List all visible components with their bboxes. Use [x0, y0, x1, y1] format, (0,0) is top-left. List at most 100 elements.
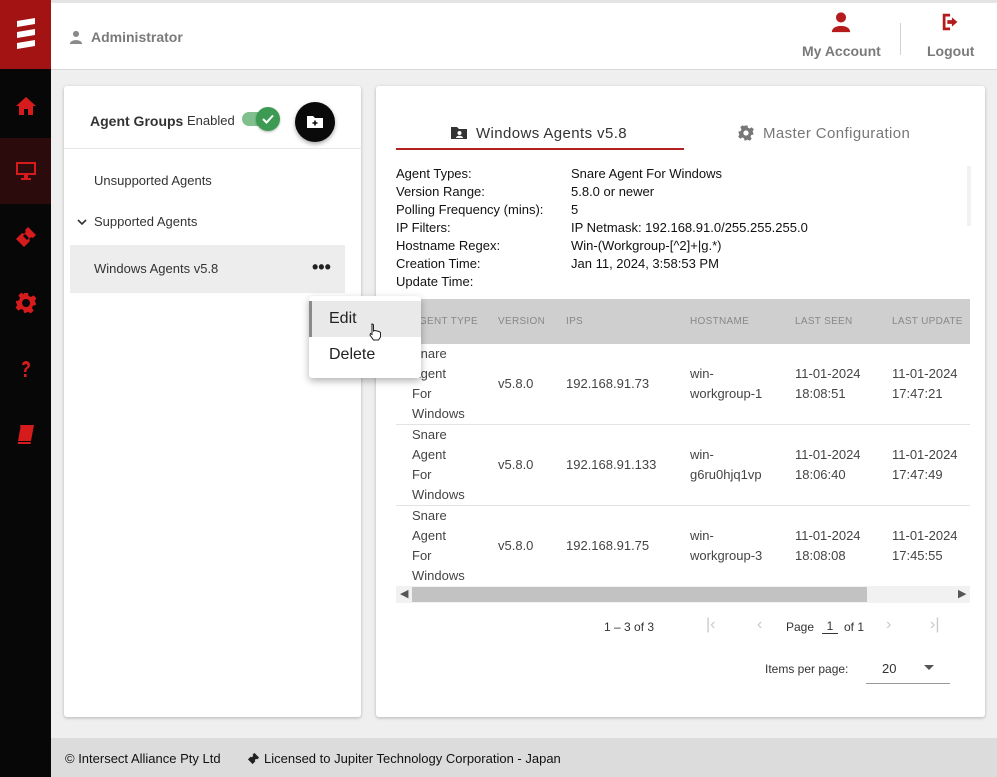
enabled-toggle[interactable] — [242, 107, 280, 131]
menu-item-edit[interactable]: Edit — [309, 301, 421, 341]
cell-line: workgroup-3 — [690, 548, 763, 563]
monitor-icon — [15, 162, 36, 180]
cell-line: win- — [690, 528, 714, 543]
column-header-last-seen[interactable]: LAST SEEN — [795, 316, 853, 327]
cell-ips: 192.168.91.73 — [566, 376, 650, 391]
ticket-icon — [247, 752, 260, 765]
cell-last-update: 11-01-2024 17:47:21 — [892, 364, 958, 404]
cell-last-seen: 11-01-2024 18:08:08 — [795, 526, 861, 566]
check-icon — [262, 114, 274, 124]
nav-docs[interactable] — [0, 402, 51, 468]
gear-icon — [738, 125, 754, 141]
cell-ips: 192.168.91.75 — [566, 538, 650, 553]
scroll-left-icon[interactable]: ◀ — [400, 586, 408, 603]
toggle-knob — [256, 107, 280, 131]
cell-ips: 192.168.91.133 — [566, 457, 657, 472]
column-header-hostname[interactable]: HOSTNAME — [690, 316, 749, 327]
cell-line: win- — [690, 447, 714, 462]
tab-windows-agents[interactable]: Windows Agents v5.8 — [450, 116, 627, 150]
next-page-icon[interactable]: › — [886, 616, 891, 634]
agent-groups-header: Agent Groups Enabled — [64, 86, 361, 149]
pagination-range: 1 – 3 of 3 — [604, 620, 655, 634]
cell-line: 17:47:49 — [892, 467, 943, 482]
detail-value: Win-(Workgroup-[^2]+|g.*) — [571, 238, 722, 253]
cell-agent-type: Snare Agent For Windows — [412, 506, 465, 586]
column-header-ips[interactable]: IPS — [566, 316, 583, 327]
current-user: Administrator — [69, 29, 183, 45]
logout-icon — [942, 13, 958, 31]
nav-settings[interactable] — [0, 270, 51, 336]
column-header-last-update[interactable]: LAST UPDATE — [892, 316, 963, 327]
column-header-version[interactable]: VERSION — [498, 316, 545, 327]
table-row[interactable]: Snare Agent For Windows v5.8.0 192.168.91.7… — [396, 344, 970, 425]
page-number-input[interactable]: 1 — [822, 619, 838, 634]
menu-item-delete[interactable]: Delete — [309, 337, 421, 373]
scrollbar-thumb[interactable] — [412, 587, 867, 602]
nav-tickets[interactable] — [0, 204, 51, 270]
table-row[interactable]: Snare Agent For Windows v5.8.0 192.168.91.7… — [396, 506, 970, 587]
tree-item-supported-label: Supported Agents — [94, 214, 198, 229]
my-account-button[interactable]: My Account — [802, 11, 881, 67]
tree-item-windows-agents[interactable]: Windows Agents v5.8 ••• — [70, 245, 345, 293]
tree-item-unsupported[interactable]: Unsupported Agents — [94, 173, 212, 188]
cell-version: v5.8.0 — [498, 376, 534, 391]
cell-line: Snare — [412, 508, 447, 523]
table-header: AGENT TYPE VERSION IPS HOSTNAME LAST SEE… — [396, 299, 970, 344]
tree-item-windows-agents-label: Windows Agents v5.8 — [94, 261, 219, 276]
header-divider — [900, 23, 901, 55]
tree-item-supported[interactable]: Supported Agents — [76, 214, 197, 229]
dropdown-caret-icon — [924, 665, 934, 670]
detail-key: Agent Types: — [396, 166, 472, 181]
ticket-icon — [15, 227, 36, 247]
nav-help[interactable] — [0, 336, 51, 402]
first-page-icon[interactable]: |‹ — [706, 616, 715, 634]
copyright-text: © Intersect Alliance Pty Ltd — [65, 751, 221, 766]
table-row[interactable]: Snare Agent For Windows v5.8.0 192.168.91.1… — [396, 425, 970, 506]
more-options-icon[interactable]: ••• — [312, 258, 331, 276]
cell-version: v5.8.0 — [498, 538, 534, 553]
menu-item-edit-label: Edit — [329, 310, 357, 327]
logo-icon — [16, 17, 35, 49]
last-page-icon[interactable]: ›| — [930, 616, 939, 634]
cell-line: 11-01-2024 — [795, 447, 861, 462]
app-logo[interactable] — [0, 0, 51, 69]
detail-value: IP Netmask: 192.168.91.0/255.255.255.0 — [571, 220, 808, 235]
column-header-agent-type[interactable]: AGENT TYPE — [412, 316, 478, 327]
cell-line: 17:45:55 — [892, 548, 943, 563]
enabled-label: Enabled — [187, 113, 235, 128]
page-footer: © Intersect Alliance Pty Ltd Licensed to… — [51, 738, 997, 777]
detail-key: IP Filters: — [396, 220, 451, 235]
book-icon — [17, 425, 34, 444]
home-icon — [15, 97, 36, 115]
details-scrollbar[interactable] — [967, 166, 971, 226]
cell-line: Windows — [412, 568, 465, 583]
logout-button[interactable]: Logout — [927, 11, 974, 67]
user-icon — [832, 12, 851, 33]
nav-home[interactable] — [0, 73, 51, 139]
cell-line: For — [412, 386, 432, 401]
cell-line: Snare — [412, 427, 447, 442]
detail-key: Polling Frequency (mins): — [396, 202, 544, 217]
cell-last-seen: 11-01-2024 18:06:40 — [795, 445, 861, 485]
detail-value: 5 — [571, 202, 579, 217]
active-tab-indicator — [396, 148, 684, 150]
page-label: Page — [786, 620, 815, 634]
detail-value: 5.8.0 or newer — [571, 184, 655, 199]
gear-icon — [15, 292, 36, 314]
cell-version: v5.8.0 — [498, 457, 534, 472]
cell-line: For — [412, 467, 432, 482]
items-per-page-select[interactable]: 20 — [866, 656, 950, 684]
add-group-button[interactable] — [295, 102, 335, 142]
license-label: Licensed to Jupiter Technology Corporati… — [264, 751, 561, 766]
question-icon — [21, 361, 30, 377]
scroll-right-icon[interactable]: ▶ — [958, 586, 966, 603]
nav-agents[interactable] — [0, 138, 51, 204]
user-name: Administrator — [91, 29, 183, 45]
cell-line: 11-01-2024 — [892, 447, 958, 462]
agents-table: AGENT TYPE VERSION IPS HOSTNAME LAST SEE… — [396, 299, 970, 603]
table-horizontal-scrollbar[interactable]: ◀ ▶ — [396, 586, 970, 603]
tab-master-configuration[interactable]: Master Configuration — [737, 116, 910, 150]
tab-windows-agents-label: Windows Agents v5.8 — [476, 124, 628, 142]
top-header: Administrator My Account Logout — [51, 0, 997, 70]
previous-page-icon[interactable]: ‹ — [757, 616, 762, 634]
